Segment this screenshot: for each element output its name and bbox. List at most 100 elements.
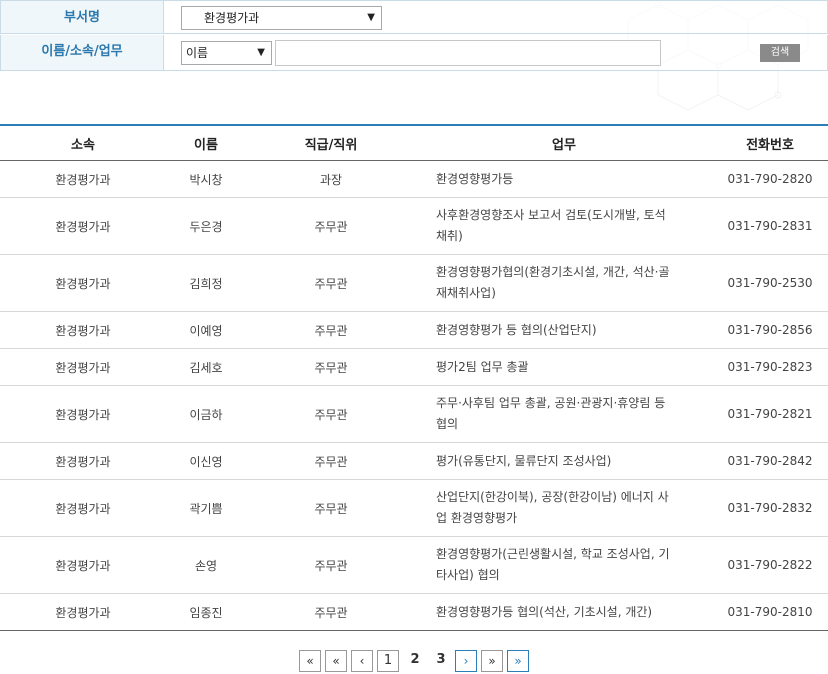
cell-phone: 031-790-2831 <box>712 197 828 255</box>
dept-select-value: 환경평가과 <box>204 11 260 25</box>
header-name: 이름 <box>166 124 246 161</box>
table-row: 환경평가과 이예영 주무관 환경영향평가 등 협의(산업단지) 031-790-… <box>0 311 828 349</box>
cell-name: 두은경 <box>166 197 246 255</box>
table-row: 환경평가과 두은경 주무관 사후환경영향조사 보고서 검토(도시개발, 토석채취… <box>0 197 828 255</box>
chevron-down-icon: ▼ <box>257 47 265 58</box>
query-type-value: 이름 <box>186 46 209 60</box>
table-row: 환경평가과 곽기쁨 주무관 산업단지(한강이북), 공장(한강이남) 에너지 사… <box>0 479 828 537</box>
query-type-select[interactable]: 이름 ▼ <box>181 41 272 65</box>
cell-rank: 주무관 <box>246 442 416 480</box>
cell-rank: 주무관 <box>246 536 416 594</box>
duty-line: 평가2팀 업무 총괄 <box>436 359 529 374</box>
cell-phone: 031-790-2820 <box>712 160 828 198</box>
cell-rank: 주무관 <box>246 197 416 255</box>
cell-name: 손영 <box>166 536 246 594</box>
header-phone: 전화번호 <box>712 124 828 161</box>
cell-phone: 031-790-2810 <box>712 593 828 631</box>
cell-dept: 환경평가과 <box>0 479 166 537</box>
cell-phone: 031-790-2823 <box>712 348 828 386</box>
duty-line: 환경영향평가협의(환경기초시설, 개간, 석산·골 <box>436 265 670 279</box>
duty-line: 환경영향평가 등 협의(산업단지) <box>436 322 597 337</box>
cell-phone: 031-790-2832 <box>712 479 828 537</box>
duty-line: 환경영향평가등 협의(석산, 기초시설, 개간) <box>436 604 653 619</box>
table-row: 환경평가과 이신영 주무관 평가(유통단지, 물류단지 조성사업) 031-79… <box>0 442 828 480</box>
page-3[interactable]: 3 <box>430 650 452 672</box>
prev-block-button[interactable]: « <box>325 650 347 672</box>
query-row: 이름/소속/업무 이름 ▼ 검색 <box>0 35 828 71</box>
chevron-down-icon: ▼ <box>367 12 375 23</box>
duty-line: 주무·사후팀 업무 총괄, 공원·관광지·휴양림 등 <box>436 396 666 410</box>
duty-line: 평가(유통단지, 물류단지 조성사업) <box>436 453 612 468</box>
search-input[interactable] <box>275 40 661 66</box>
cell-name: 이예영 <box>166 311 246 349</box>
duty-line: 산업단지(한강이북), 공장(한강이남) 에너지 사 <box>436 490 669 504</box>
cell-name: 이금하 <box>166 385 246 443</box>
duty-line: 채취) <box>436 229 463 243</box>
cell-duty: 산업단지(한강이북), 공장(한강이남) 에너지 사업 환경영향평가 <box>416 479 712 537</box>
cell-rank: 주무관 <box>246 254 416 312</box>
cell-dept: 환경평가과 <box>0 348 166 386</box>
next-page-button[interactable]: › <box>455 650 477 672</box>
table-row: 환경평가과 임종진 주무관 환경영향평가등 협의(석산, 기초시설, 개간) 0… <box>0 593 828 631</box>
cell-duty: 평가2팀 업무 총괄 <box>416 348 712 386</box>
cell-dept: 환경평가과 <box>0 385 166 443</box>
cell-phone: 031-790-2530 <box>712 254 828 312</box>
duty-line: 타사업) 협의 <box>436 568 500 582</box>
cell-phone: 031-790-2842 <box>712 442 828 480</box>
cell-dept: 환경평가과 <box>0 593 166 631</box>
duty-line: 사후환경영향조사 보고서 검토(도시개발, 토석 <box>436 208 666 222</box>
dept-row: 부서명 환경평가과 ▼ <box>0 0 828 35</box>
search-form: 부서명 환경평가과 ▼ 이름/소속/업무 이름 ▼ 검색 <box>0 0 828 111</box>
cell-rank: 주무관 <box>246 348 416 386</box>
next-block-button[interactable]: » <box>481 650 503 672</box>
duty-line: 업 환경영향평가 <box>436 511 518 525</box>
cell-duty: 환경영향평가 등 협의(산업단지) <box>416 311 712 349</box>
page-2[interactable]: 2 <box>404 650 426 672</box>
dept-select[interactable]: 환경평가과 ▼ <box>181 6 382 30</box>
cell-phone: 031-790-2821 <box>712 385 828 443</box>
table-row: 환경평가과 이금하 주무관 주무·사후팀 업무 총괄, 공원·관광지·휴양림 등… <box>0 385 828 443</box>
duty-line: 재채취사업) <box>436 286 496 300</box>
header-dept: 소속 <box>0 124 166 161</box>
cell-name: 곽기쁨 <box>166 479 246 537</box>
header-duty: 업무 <box>416 124 712 161</box>
page-1[interactable]: 1 <box>377 650 399 672</box>
prev-page-button[interactable]: ‹ <box>351 650 373 672</box>
cell-name: 이신영 <box>166 442 246 480</box>
cell-duty: 주무·사후팀 업무 총괄, 공원·관광지·휴양림 등협의 <box>416 385 712 443</box>
cell-phone: 031-790-2822 <box>712 536 828 594</box>
first-page-button[interactable]: « <box>299 650 321 672</box>
cell-duty: 환경영향평가등 협의(석산, 기초시설, 개간) <box>416 593 712 631</box>
query-label: 이름/소속/업무 <box>0 35 164 71</box>
cell-duty: 환경영향평가협의(환경기초시설, 개간, 석산·골재채취사업) <box>416 254 712 312</box>
header-rank: 직급/직위 <box>246 124 416 161</box>
cell-name: 박시창 <box>166 160 246 198</box>
cell-dept: 환경평가과 <box>0 254 166 312</box>
cell-duty: 사후환경영향조사 보고서 검토(도시개발, 토석채취) <box>416 197 712 255</box>
cell-dept: 환경평가과 <box>0 442 166 480</box>
duty-line: 환경영향평가등 <box>436 171 514 186</box>
search-button[interactable]: 검색 <box>760 44 800 62</box>
cell-duty: 환경영향평가(근린생활시설, 학교 조성사업, 기타사업) 협의 <box>416 536 712 594</box>
duty-line: 협의 <box>436 417 459 431</box>
staff-table: 소속 이름 직급/직위 업무 전화번호 환경평가과 박시창 과장 환경영향평가등… <box>0 124 828 631</box>
cell-dept: 환경평가과 <box>0 311 166 349</box>
table-row: 환경평가과 손영 주무관 환경영향평가(근린생활시설, 학교 조성사업, 기 타사… <box>0 536 828 594</box>
table-row: 환경평가과 박시창 과장 환경영향평가등 031-790-2820 <box>0 160 828 198</box>
last-page-button[interactable]: » <box>507 650 529 672</box>
table-row: 환경평가과 김희정 주무관 환경영향평가협의(환경기초시설, 개간, 석산·골재… <box>0 254 828 312</box>
cell-duty: 환경영향평가등 <box>416 160 712 198</box>
cell-duty: 평가(유통단지, 물류단지 조성사업) <box>416 442 712 480</box>
table-header-row: 소속 이름 직급/직위 업무 전화번호 <box>0 124 828 161</box>
cell-name: 임종진 <box>166 593 246 631</box>
cell-name: 김희정 <box>166 254 246 312</box>
cell-rank: 주무관 <box>246 311 416 349</box>
cell-rank: 주무관 <box>246 479 416 537</box>
cell-rank: 주무관 <box>246 593 416 631</box>
table-row: 환경평가과 김세호 주무관 평가2팀 업무 총괄 031-790-2823 <box>0 348 828 386</box>
cell-rank: 과장 <box>246 160 416 198</box>
cell-phone: 031-790-2856 <box>712 311 828 349</box>
cell-name: 김세호 <box>166 348 246 386</box>
cell-dept: 환경평가과 <box>0 197 166 255</box>
duty-line: 환경영향평가(근린생활시설, 학교 조성사업, 기 <box>436 547 670 561</box>
